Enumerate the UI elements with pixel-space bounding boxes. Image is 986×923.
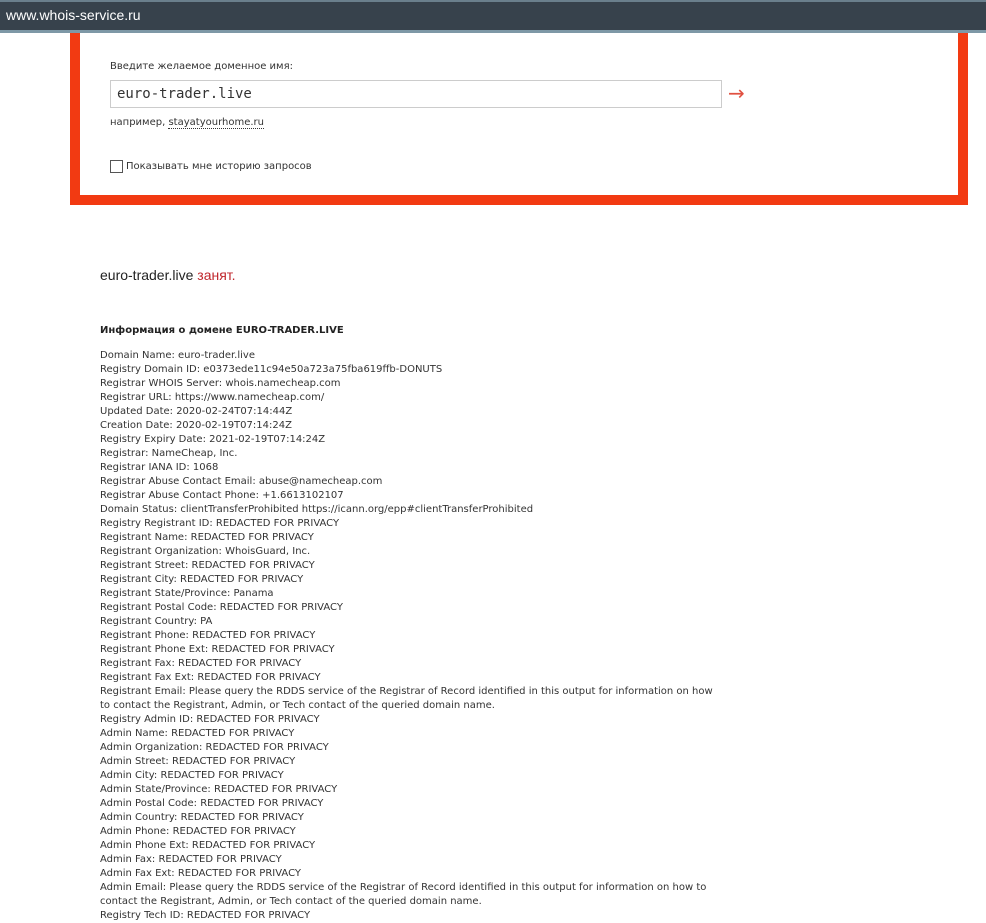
address-bar[interactable]: www.whois-service.ru [0, 0, 986, 33]
whois-line: Admin City: REDACTED FOR PRIVACY [100, 770, 284, 781]
history-label: Показывать мне историю запросов [126, 161, 312, 172]
whois-line: Registrant Organization: WhoisGuard, Inc… [100, 546, 311, 557]
whois-line: Registrant Country: PA [100, 616, 213, 627]
whois-line: Registrant Fax: REDACTED FOR PRIVACY [100, 658, 302, 669]
whois-line: Admin Street: REDACTED FOR PRIVACY [100, 756, 296, 767]
history-checkbox[interactable]: Показывать мне историю запросов [110, 160, 312, 173]
whois-line: Admin Organization: REDACTED FOR PRIVACY [100, 742, 329, 753]
search-form: Введите желаемое доменное имя: euro-trad… [70, 33, 968, 205]
whois-line: Registrar Abuse Contact Phone: +1.661310… [100, 490, 344, 501]
whois-line: Registrar Abuse Contact Email: abuse@nam… [100, 476, 383, 487]
whois-line: Registrant City: REDACTED FOR PRIVACY [100, 574, 304, 585]
whois-line: Updated Date: 2020-02-24T07:14:44Z [100, 406, 293, 417]
example-link[interactable]: stayatyourhome.ru [168, 117, 264, 129]
example-prefix: например, [110, 117, 166, 128]
whois-line: Registry Tech ID: REDACTED FOR PRIVACY [100, 910, 311, 921]
whois-line: Registrar: NameCheap, Inc. [100, 448, 238, 459]
whois-line: Admin State/Province: REDACTED FOR PRIVA… [100, 784, 338, 795]
whois-line: Registrant Fax Ext: REDACTED FOR PRIVACY [100, 672, 321, 683]
domain-input-label: Введите желаемое доменное имя: [110, 61, 293, 72]
result-status: euro-trader.live занят. [100, 267, 236, 283]
whois-line: Admin Fax: REDACTED FOR PRIVACY [100, 854, 282, 865]
whois-line: Registrant State/Province: Panama [100, 588, 274, 599]
whois-line: Registrant Phone: REDACTED FOR PRIVACY [100, 630, 316, 641]
whois-line: Creation Date: 2020-02-19T07:14:24Z [100, 420, 292, 431]
whois-line: Registrant Postal Code: REDACTED FOR PRI… [100, 602, 343, 613]
url-text[interactable]: www.whois-service.ru [6, 7, 141, 23]
whois-line: Domain Name: euro-trader.live [100, 350, 255, 361]
busy-status: занят. [197, 267, 236, 283]
whois-line: Registrant Email: Please query the RDDS … [100, 686, 713, 711]
whois-line: Registry Domain ID: e0373ede11c94e50a723… [100, 364, 443, 375]
result-domain: euro-trader.live [100, 267, 194, 283]
whois-line: Registrar URL: https://www.namecheap.com… [100, 392, 325, 403]
whois-line: Admin Country: REDACTED FOR PRIVACY [100, 812, 304, 823]
whois-line: Registrar IANA ID: 1068 [100, 462, 219, 473]
whois-line: Registrant Street: REDACTED FOR PRIVACY [100, 560, 315, 571]
whois-line: Registry Expiry Date: 2021-02-19T07:14:2… [100, 434, 326, 445]
whois-line: Admin Phone Ext: REDACTED FOR PRIVACY [100, 840, 316, 851]
whois-line: Admin Phone: REDACTED FOR PRIVACY [100, 826, 296, 837]
example-hint: например, stayatyourhome.ru [110, 117, 264, 129]
whois-line: Registrant Name: REDACTED FOR PRIVACY [100, 532, 314, 543]
whois-line: Admin Name: REDACTED FOR PRIVACY [100, 728, 295, 739]
whois-line: Admin Fax Ext: REDACTED FOR PRIVACY [100, 868, 302, 879]
whois-line: Admin Email: Please query the RDDS servi… [100, 882, 707, 907]
whois-lines: Domain Name: euro-trader.live Registry Do… [100, 349, 720, 923]
info-heading: Информация о домене EURO-TRADER.LIVE [100, 325, 344, 336]
whois-line: Registrant Phone Ext: REDACTED FOR PRIVA… [100, 644, 335, 655]
domain-input[interactable]: euro-trader.live [110, 80, 722, 108]
whois-line: Registry Admin ID: REDACTED FOR PRIVACY [100, 714, 320, 725]
arrow-right-icon[interactable]: → [728, 81, 745, 105]
whois-line: Admin Postal Code: REDACTED FOR PRIVACY [100, 798, 324, 809]
checkbox-icon[interactable] [110, 160, 123, 173]
whois-line: Registry Registrant ID: REDACTED FOR PRI… [100, 518, 340, 529]
whois-line: Domain Status: clientTransferProhibited … [100, 504, 534, 515]
whois-line: Registrar WHOIS Server: whois.namecheap.… [100, 378, 341, 389]
